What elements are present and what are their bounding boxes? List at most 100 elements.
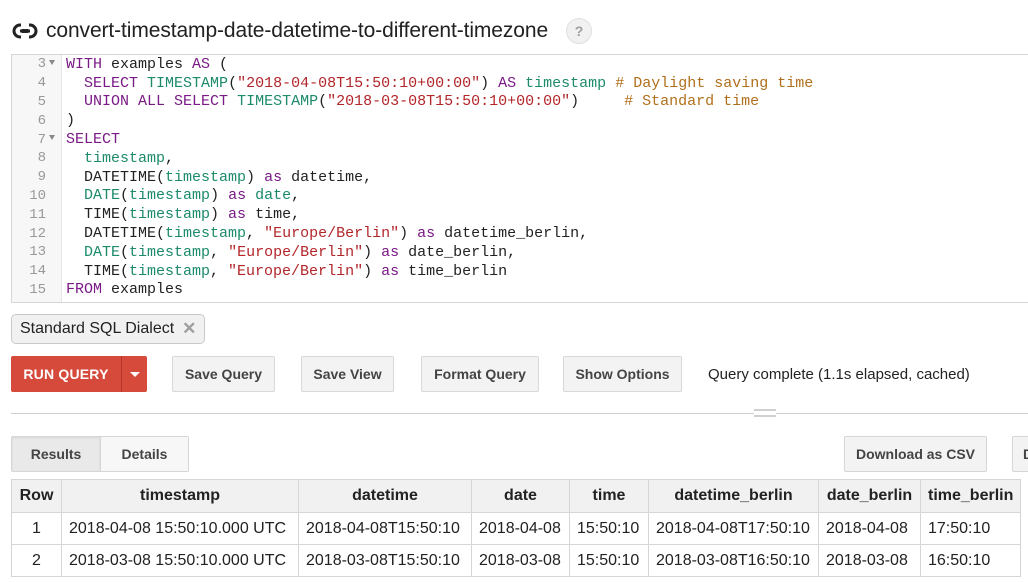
code-text: DATE(timestamp, "Europe/Berlin") as date… [66, 244, 516, 261]
code-token: , [165, 149, 175, 167]
run-options-dropdown[interactable] [122, 356, 147, 392]
cell-row-number: 2 [11, 544, 62, 577]
code-token: datetime, [282, 168, 373, 186]
code-token: ) [363, 262, 382, 280]
table-row: 2 2018-03-08 15:50:10.000 UTC 2018-03-08… [11, 544, 1022, 577]
help-button[interactable]: ? [566, 18, 593, 44]
code-token: DATE [84, 243, 121, 261]
line-number: 12 [29, 225, 46, 242]
cell-date: 2018-03-08 [471, 544, 570, 577]
page-header: convert-timestamp-date-datetime-to-diffe… [12, 14, 593, 48]
code-token: # Daylight saving time [615, 74, 814, 92]
code-line[interactable]: 12 DATETIME(timestamp, "Europe/Berlin") … [12, 224, 1028, 243]
download-csv-button[interactable]: Download as CSV [844, 436, 987, 472]
code-token: "2018-04-08T15:50:10+00:00" [237, 74, 481, 92]
code-line[interactable]: 6) [12, 111, 1028, 130]
column-header-time: time [569, 479, 649, 513]
line-number: 11 [29, 206, 46, 223]
run-query-label[interactable]: RUN QUERY [11, 356, 122, 392]
link-icon[interactable] [12, 21, 38, 41]
code-token: timestamp [129, 243, 211, 261]
code-token: , [210, 262, 229, 280]
line-number: 13 [29, 244, 46, 261]
save-view-button[interactable]: Save View [301, 356, 394, 392]
table-row: 1 2018-04-08 15:50:10.000 UTC 2018-04-08… [11, 512, 1022, 545]
column-header-datetime-berlin: datetime_berlin [648, 479, 819, 513]
code-token: SELECT [84, 74, 139, 92]
code-token: timestamp [84, 149, 166, 167]
code-token: ) [399, 225, 418, 243]
code-line[interactable]: 11 TIME(timestamp) as time, [12, 205, 1028, 224]
code-token: , [210, 243, 229, 261]
code-line[interactable]: 14 TIME(timestamp, "Europe/Berlin") as t… [12, 262, 1028, 281]
cell-row-number: 1 [11, 512, 62, 545]
code-token: , [246, 225, 265, 243]
close-icon[interactable]: ✕ [182, 319, 196, 339]
code-token: time_berlin [399, 262, 508, 280]
tab-results[interactable]: Results [12, 437, 101, 471]
code-token: FROM [66, 281, 103, 299]
code-token: "Europe/Berlin" [264, 225, 400, 243]
cell-datetime: 2018-03-08T15:50:10 [298, 544, 472, 577]
column-header-time-berlin: time_berlin [919, 479, 1022, 513]
show-options-button[interactable]: Show Options [563, 356, 682, 392]
fold-toggle-icon[interactable] [49, 60, 55, 65]
download-json-button[interactable]: D [1012, 436, 1028, 472]
code-token: ) [246, 168, 265, 186]
fold-toggle-icon[interactable] [49, 135, 55, 141]
code-text: timestamp, [66, 150, 174, 167]
code-line[interactable]: 7 SELECT [12, 130, 1028, 149]
code-token: UNION ALL SELECT [84, 93, 229, 111]
code-line[interactable]: 4 SELECT TIMESTAMP("2018-04-08T15:50:10+… [12, 74, 1028, 93]
code-area[interactable]: 3 WITH examples AS (4 SELECT TIMESTAMP("2… [12, 55, 1028, 299]
code-line[interactable]: 15 FROM examples [12, 281, 1028, 300]
line-number: 3 [37, 56, 46, 73]
code-line[interactable]: 13 DATE(timestamp, "Europe/Berlin") as d… [12, 243, 1028, 262]
code-token: as [381, 243, 400, 261]
code-line[interactable]: 9 DATETIME(timestamp) as datetime, [12, 168, 1028, 187]
code-text: DATETIME(timestamp) as datetime, [66, 169, 372, 186]
code-token: , [291, 187, 301, 205]
code-token: time, [246, 206, 301, 224]
code-text: SELECT TIMESTAMP("2018-04-08T15:50:10+00… [66, 75, 813, 92]
cell-datetime: 2018-04-08T15:50:10 [298, 512, 472, 545]
cell-date: 2018-04-08 [471, 512, 570, 545]
code-token: SELECT [66, 131, 121, 149]
save-query-button[interactable]: Save Query [172, 356, 275, 392]
code-token: timestamp [129, 262, 211, 280]
code-line[interactable]: 3 WITH examples AS ( [12, 55, 1028, 74]
code-line[interactable]: 8 timestamp, [12, 149, 1028, 168]
format-query-button[interactable]: Format Query [421, 356, 539, 392]
pane-divider [11, 413, 1028, 414]
resize-handle-icon[interactable] [754, 408, 776, 418]
tab-details[interactable]: Details [101, 437, 188, 471]
code-text: DATE(timestamp) as date, [66, 187, 300, 204]
sql-editor[interactable]: 3 WITH examples AS (4 SELECT TIMESTAMP("2… [11, 54, 1028, 303]
code-token: ) [480, 74, 499, 92]
run-query-button[interactable]: RUN QUERY [11, 356, 147, 392]
code-line[interactable]: 10 DATE(timestamp) as date, [12, 187, 1028, 206]
line-number: 7 [37, 131, 46, 148]
cell-datetime-berlin: 2018-04-08T17:50:10 [648, 512, 819, 545]
code-token: TIMESTAMP [237, 93, 319, 111]
query-status: Query complete (1.1s elapsed, cached) [708, 365, 970, 383]
code-line[interactable]: 5 UNION ALL SELECT TIMESTAMP("2018-03-08… [12, 93, 1028, 112]
code-token: ) [66, 112, 76, 130]
code-token: ( [318, 93, 328, 111]
results-tabs: Results Details [11, 436, 189, 472]
line-number: 8 [37, 150, 46, 167]
code-token: TIME( [66, 206, 130, 224]
code-token: TIME( [66, 262, 130, 280]
code-token: ) [570, 93, 625, 111]
code-token: examples [102, 281, 184, 299]
code-token: timestamp [525, 74, 607, 92]
code-token: date [255, 187, 292, 205]
code-token: "2018-03-08T15:50:10+00:00" [327, 93, 571, 111]
code-token: timestamp [165, 168, 247, 186]
line-number: 15 [29, 281, 46, 298]
code-token: ( [120, 243, 130, 261]
code-text: WITH examples AS ( [66, 56, 228, 73]
